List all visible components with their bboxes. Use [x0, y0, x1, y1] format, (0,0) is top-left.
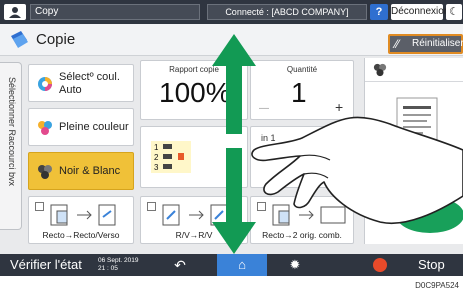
figure-code: D0C9PA524: [415, 281, 459, 290]
copier-screen: Copy Connecté : [ABCD COMPANY] ? Déconne…: [0, 0, 463, 276]
gesture-overlay: [212, 34, 463, 254]
swiping-hand-icon: [251, 116, 463, 233]
swipe-arrow-icon: [212, 34, 256, 254]
